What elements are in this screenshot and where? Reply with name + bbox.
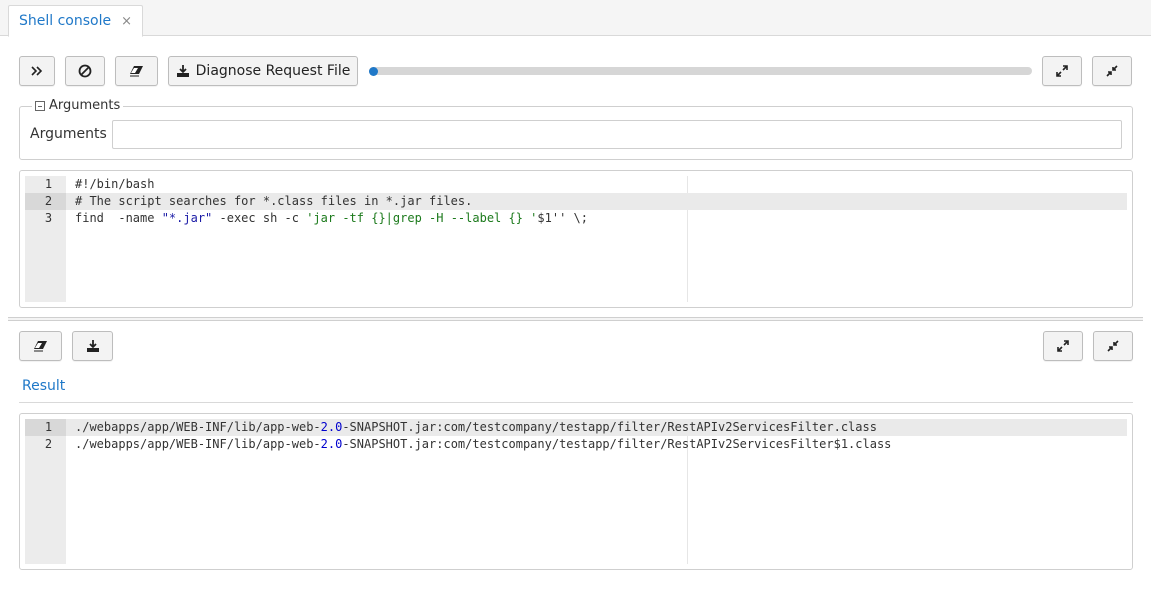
stop-button[interactable] [65, 56, 105, 86]
result-line-number: 2 [44, 437, 53, 451]
minimize-button[interactable] [1092, 56, 1132, 86]
script-line-text: find -name "*.jar" -exec sh -c 'jar -tf … [75, 211, 588, 225]
tab-shell-console[interactable]: Shell console × [8, 5, 144, 37]
collapse-arrows-icon [1107, 340, 1119, 352]
progress-bar [369, 66, 1032, 76]
tab-shell-console-label: Shell console [19, 13, 112, 29]
result-tabs: Result [19, 376, 1133, 403]
expand-arrows-icon [1057, 340, 1069, 352]
result-line[interactable]: 1 ./webapps/app/WEB-INF/lib/app-web-2.0-S… [25, 419, 1127, 436]
collapse-arrows-icon [1106, 65, 1118, 77]
eraser-icon [129, 65, 145, 77]
clear-result-button[interactable] [19, 331, 62, 361]
arguments-legend-label: Arguments [49, 98, 121, 113]
download-icon [86, 339, 100, 353]
clear-script-button[interactable] [115, 56, 158, 86]
result-line-number: 1 [25, 419, 66, 436]
arguments-label: Arguments [30, 126, 107, 142]
download-result-button[interactable] [72, 331, 113, 361]
tab-result[interactable]: Result [22, 378, 65, 394]
result-line-text: ./webapps/app/WEB-INF/lib/app-web-2.0-SN… [75, 437, 892, 451]
expand-arrows-icon [1056, 65, 1068, 77]
tab-close-icon[interactable]: × [121, 14, 132, 29]
progress-indicator [369, 66, 378, 76]
arguments-input[interactable] [112, 120, 1122, 149]
result-line-text: ./webapps/app/WEB-INF/lib/app-web-2.0-SN… [75, 420, 877, 434]
run-button[interactable] [19, 56, 55, 86]
eraser-icon [33, 340, 49, 352]
script-line-text: # The script searches for *.class files … [75, 194, 473, 208]
script-line-number: 3 [44, 211, 53, 225]
arguments-legend[interactable]: Arguments [32, 98, 124, 113]
double-chevron-right-icon [31, 66, 43, 76]
result-maximize-button[interactable] [1043, 331, 1083, 361]
collapse-icon[interactable] [35, 100, 45, 111]
script-line-number: 2 [25, 193, 66, 210]
result-minimize-button[interactable] [1093, 331, 1133, 361]
diagnose-request-file-button[interactable]: Diagnose Request File [168, 56, 358, 86]
panel-splitter[interactable] [8, 317, 1143, 321]
download-icon [176, 64, 190, 78]
tab-strip: Shell console × [0, 0, 1151, 37]
script-line[interactable]: 2 # The script searches for *.class files… [25, 193, 1127, 210]
result-editor[interactable]: 1 ./webapps/app/WEB-INF/lib/app-web-2.0-S… [19, 413, 1133, 570]
script-line-number: 1 [44, 177, 53, 191]
script-line[interactable]: 1 #!/bin/bash [25, 176, 1127, 193]
script-line-text: #!/bin/bash [75, 177, 155, 191]
script-editor[interactable]: 1 #!/bin/bash 2 # The script searches for *… [19, 170, 1133, 308]
diagnose-request-file-label: Diagnose Request File [195, 63, 351, 79]
result-line[interactable]: 2 ./webapps/app/WEB-INF/lib/app-web-2.0-S… [25, 436, 1127, 453]
stop-circle-icon [78, 64, 92, 78]
maximize-button[interactable] [1042, 56, 1082, 86]
script-line[interactable]: 3 find -name "*.jar" -exec sh -c 'jar -tf… [25, 210, 1127, 227]
